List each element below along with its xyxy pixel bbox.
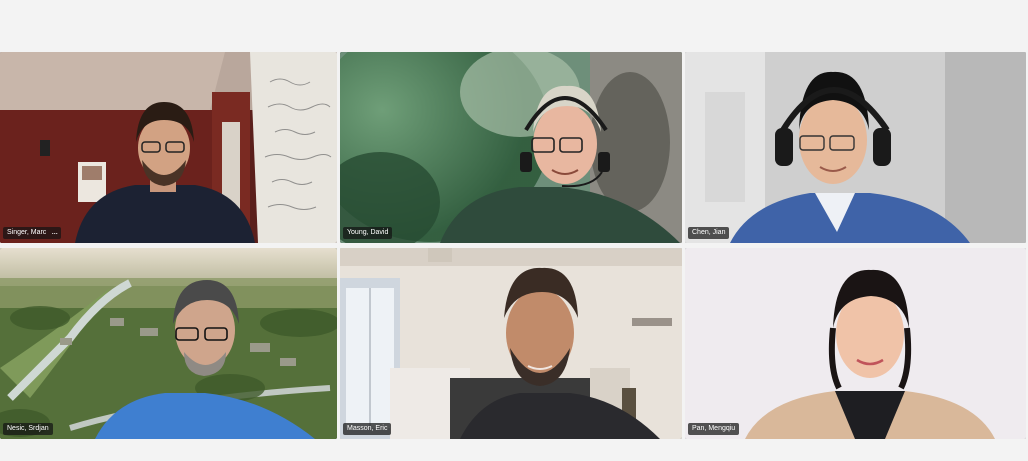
participant-nametag: Young, David: [343, 227, 393, 239]
participant-nametag: Masson, Eric: [343, 423, 392, 435]
participant-name: Singer, Marc: [7, 229, 47, 236]
participant-nametag: Chen, Jian: [688, 227, 730, 239]
participant-name: Young, David: [347, 229, 389, 236]
participant-nametag: Singer, Marc ···: [3, 227, 62, 239]
video-feed: [340, 248, 682, 439]
video-feed: [685, 52, 1026, 243]
video-feed: [685, 248, 1026, 439]
participant-tile-chen[interactable]: Chen, Jian: [685, 52, 1026, 243]
participant-tile-masson[interactable]: Masson, Eric: [340, 248, 682, 439]
participant-name: Nesic, Srdjan: [7, 425, 49, 432]
video-grid: Singer, Marc ··· Young, David Chen, Jian…: [0, 52, 1026, 439]
participant-tile-singer[interactable]: Singer, Marc ···: [0, 52, 337, 243]
video-call-window: Singer, Marc ··· Young, David Chen, Jian…: [0, 0, 1028, 461]
video-feed: [0, 52, 337, 243]
participant-nametag: Pan, Mengqiu: [688, 423, 740, 435]
video-feed: [0, 248, 337, 439]
participant-nametag: Nesic, Srdjan: [3, 423, 53, 435]
participant-name: Pan, Mengqiu: [692, 425, 736, 432]
participant-tile-pan[interactable]: Pan, Mengqiu: [685, 248, 1026, 439]
more-options-icon[interactable]: ···: [51, 229, 58, 238]
participant-tile-nesic[interactable]: Nesic, Srdjan: [0, 248, 337, 439]
participant-name: Masson, Eric: [347, 425, 388, 432]
participant-name: Chen, Jian: [692, 229, 726, 236]
participant-tile-young[interactable]: Young, David: [340, 52, 682, 243]
video-feed: [340, 52, 682, 243]
